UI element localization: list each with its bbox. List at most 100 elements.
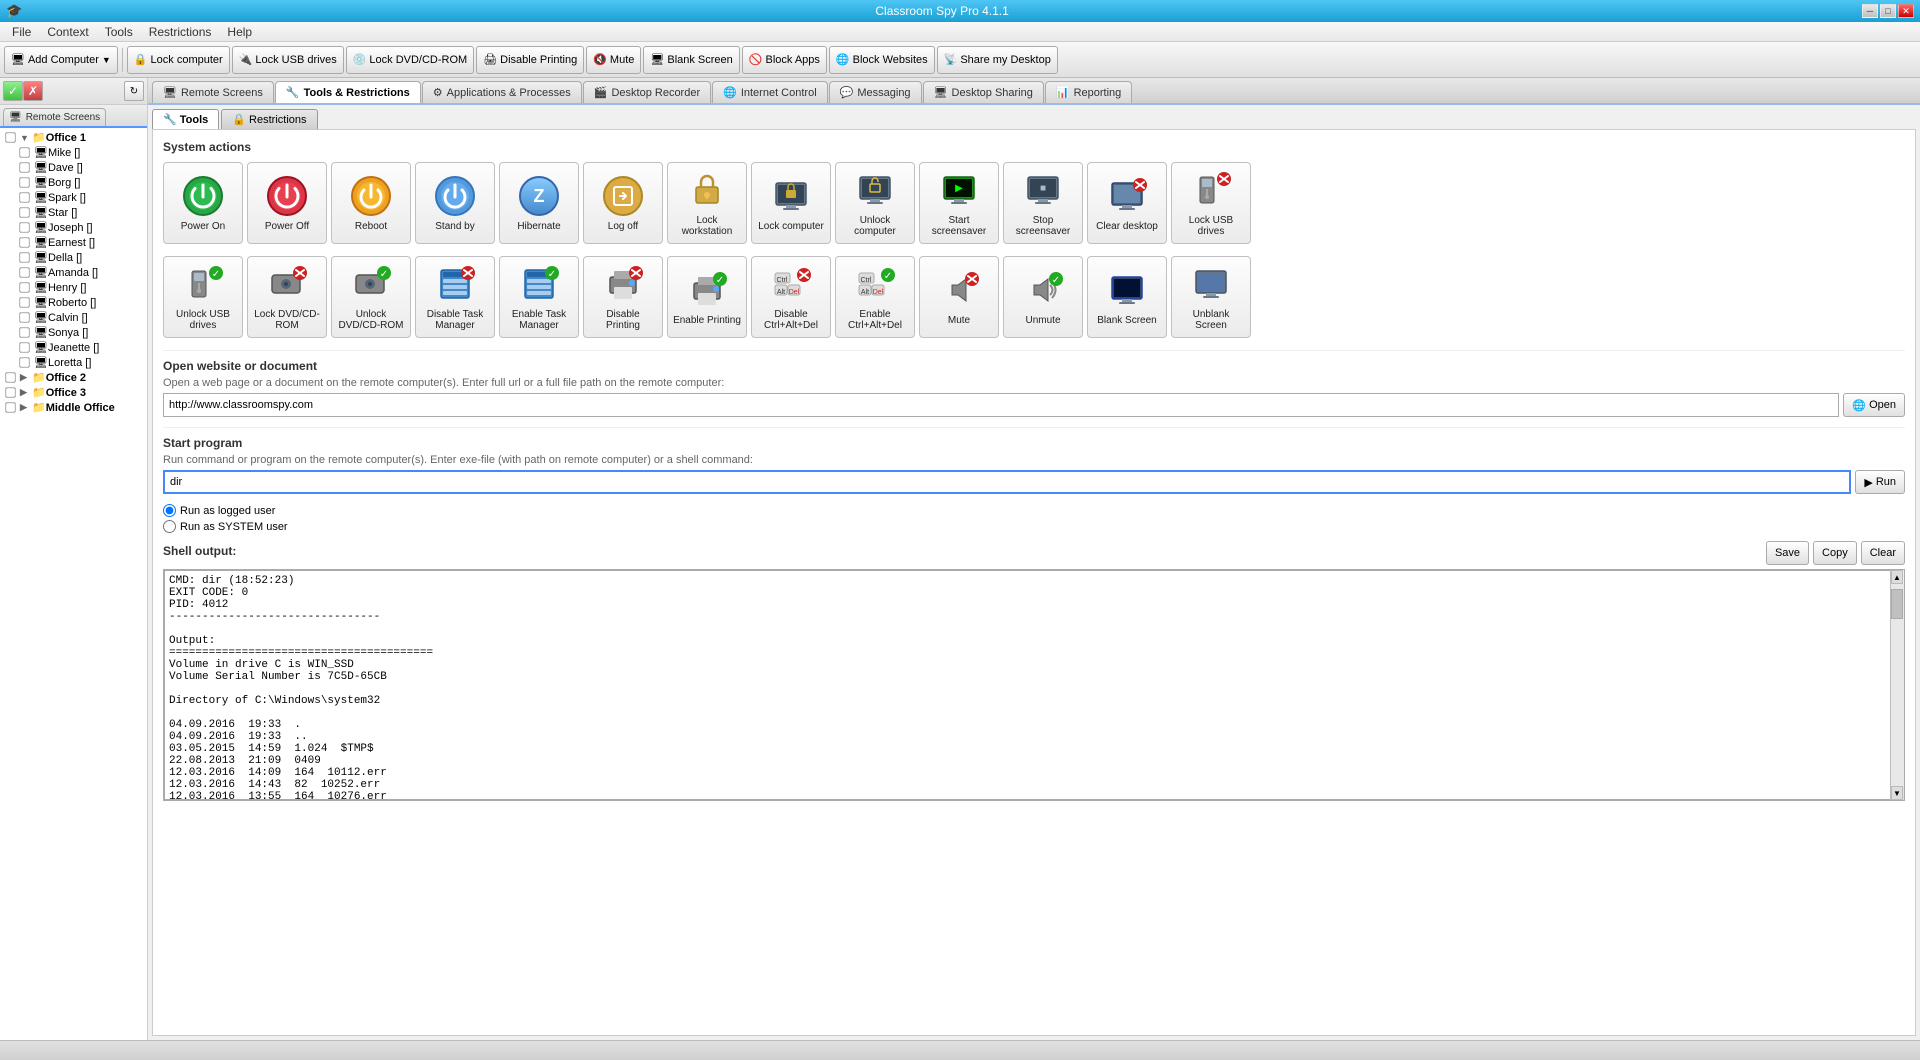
tab-remote-screens[interactable]: 🖥 Remote Screens (3, 108, 106, 126)
tree-group-office1[interactable]: ▼ 📁 Office 1 (2, 130, 145, 145)
dave-checkbox[interactable] (19, 162, 29, 172)
sidebar-uncheck-button[interactable]: ✗ (23, 81, 43, 101)
tab-messaging[interactable]: 💬 Messaging (829, 81, 922, 103)
run-as-logged-user-label[interactable]: Run as logged user (163, 504, 1905, 517)
tree-group-office2[interactable]: ▶ 📁 Office 2 (2, 370, 145, 385)
enable-taskmgr-button[interactable]: ✓ Enable Task Manager (499, 256, 579, 338)
clear-desktop-button[interactable]: Clear desktop (1087, 162, 1167, 244)
sonya-checkbox[interactable] (19, 327, 29, 337)
tab-reporting[interactable]: 📊 Reporting (1045, 81, 1132, 103)
enable-printing-button[interactable]: ✓ Enable Printing (667, 256, 747, 338)
mute-button[interactable]: 🔇 Mute (586, 46, 641, 74)
office3-expander[interactable]: ▶ (20, 387, 32, 398)
start-screensaver-button[interactable]: ▶ Start screensaver (919, 162, 999, 244)
share-desktop-button[interactable]: 📡 Share my Desktop (937, 46, 1058, 74)
mute-action-button[interactable]: Mute (919, 256, 999, 338)
disable-cad-button[interactable]: Ctrl Alt Del Disable Ctrl+Alt+Del (751, 256, 831, 338)
calvin-checkbox[interactable] (19, 312, 29, 322)
minimize-button[interactable]: ─ (1862, 4, 1878, 18)
clear-output-button[interactable]: Clear (1861, 541, 1905, 565)
lock-computer-button[interactable]: 🔒 Lock computer (127, 46, 230, 74)
lock-dvd-button2[interactable]: Lock DVD/CD-ROM (247, 256, 327, 338)
menu-tools[interactable]: Tools (97, 23, 141, 41)
menu-help[interactable]: Help (219, 23, 260, 41)
lock-usb-button[interactable]: 🔌 Lock USB drives (232, 46, 344, 74)
hibernate-button[interactable]: Z Hibernate (499, 162, 579, 244)
tab-applications[interactable]: ⚙ Applications & Processes (422, 81, 582, 103)
sub-tab-restrictions[interactable]: 🔒 Restrictions (221, 109, 317, 129)
star-checkbox[interactable] (19, 207, 29, 217)
list-item[interactable]: 🖥Amanda [] (16, 265, 145, 280)
unmute-button[interactable]: ✓ Unmute (1003, 256, 1083, 338)
maximize-button[interactable]: □ (1880, 4, 1896, 18)
unlock-computer-button[interactable]: Unlock computer (835, 162, 915, 244)
tree-group-office3[interactable]: ▶ 📁 Office 3 (2, 385, 145, 400)
disable-printing-button[interactable]: 🖨 Disable Printing (476, 46, 584, 74)
scrollbar-thumb[interactable] (1891, 589, 1903, 619)
add-computer-button[interactable]: 🖥 Add Computer ▼ (4, 46, 118, 74)
tab-internet-control[interactable]: 🌐 Internet Control (712, 81, 828, 103)
run-as-logged-user-radio[interactable] (163, 504, 176, 517)
list-item[interactable]: 🖥Della [] (16, 250, 145, 265)
unlock-dvd-button[interactable]: ✓ Unlock DVD/CD-ROM (331, 256, 411, 338)
sub-tab-tools[interactable]: 🔧 Tools (152, 109, 219, 129)
unblank-screen-button[interactable]: Unblank Screen (1171, 256, 1251, 338)
tree-group-middle-office[interactable]: ▶ 📁 Middle Office (2, 400, 145, 415)
menu-restrictions[interactable]: Restrictions (141, 23, 220, 41)
list-item[interactable]: 🖥Loretta [] (16, 355, 145, 370)
run-as-system-label[interactable]: Run as SYSTEM user (163, 520, 1905, 533)
run-as-system-radio[interactable] (163, 520, 176, 533)
earnest-checkbox[interactable] (19, 237, 29, 247)
blank-screen-button[interactable]: 🖥 Blank Screen (643, 46, 739, 74)
power-off-button[interactable]: Power Off (247, 162, 327, 244)
standby-button[interactable]: Stand by (415, 162, 495, 244)
lock-workstation-button[interactable]: Lock workstation (667, 162, 747, 244)
list-item[interactable]: 🖥Borg [] (16, 175, 145, 190)
list-item[interactable]: 🖥Joseph [] (16, 220, 145, 235)
disable-printing-button2[interactable]: Disable Printing (583, 256, 663, 338)
list-item[interactable]: 🖥Earnest [] (16, 235, 145, 250)
run-button[interactable]: ▶ Run (1855, 470, 1905, 494)
list-item[interactable]: 🖥Sonya [] (16, 325, 145, 340)
close-button[interactable]: ✕ (1898, 4, 1914, 18)
block-websites-button[interactable]: 🌐 Block Websites (829, 46, 935, 74)
save-output-button[interactable]: Save (1766, 541, 1809, 565)
mike-checkbox[interactable] (19, 147, 29, 157)
list-item[interactable]: 🖥Spark [] (16, 190, 145, 205)
reboot-button[interactable]: Reboot (331, 162, 411, 244)
scrollbar-up[interactable]: ▲ (1891, 570, 1903, 584)
tab-desktop-recorder[interactable]: 🎬 Desktop Recorder (583, 81, 711, 103)
roberto-checkbox[interactable] (19, 297, 29, 307)
power-on-button[interactable]: Power On (163, 162, 243, 244)
blank-screen-action-button[interactable]: Blank Screen (1087, 256, 1167, 338)
loretta-checkbox[interactable] (19, 357, 29, 367)
amanda-checkbox[interactable] (19, 267, 29, 277)
tab-remote-screens[interactable]: 🖥 Remote Screens (152, 81, 274, 103)
open-url-button[interactable]: 🌐 Open (1843, 393, 1905, 417)
office1-expander[interactable]: ▼ (20, 133, 32, 143)
list-item[interactable]: 🖥Henry [] (16, 280, 145, 295)
list-item[interactable]: 🖥Roberto [] (16, 295, 145, 310)
list-item[interactable]: 🖥Mike [] (16, 145, 145, 160)
spark-checkbox[interactable] (19, 192, 29, 202)
office1-checkbox[interactable] (5, 132, 15, 142)
list-item[interactable]: 🖥Jeanette [] (16, 340, 145, 355)
menu-file[interactable]: File (4, 23, 39, 41)
joseph-checkbox[interactable] (19, 222, 29, 232)
disable-taskmgr-button[interactable]: Disable Task Manager (415, 256, 495, 338)
lock-dvd-button[interactable]: 💿 Lock DVD/CD-ROM (346, 46, 475, 74)
lock-computer-button2[interactable]: Lock computer (751, 162, 831, 244)
jeanette-checkbox[interactable] (19, 342, 29, 352)
lock-usb-drives-button[interactable]: Lock USB drives (1171, 162, 1251, 244)
tab-tools-restrictions[interactable]: 🔧 Tools & Restrictions (275, 81, 421, 105)
command-input[interactable] (163, 470, 1851, 494)
della-checkbox[interactable] (19, 252, 29, 262)
middle-office-expander[interactable]: ▶ (20, 402, 32, 413)
menu-context[interactable]: Context (39, 23, 96, 41)
list-item[interactable]: 🖥Star [] (16, 205, 145, 220)
scrollbar[interactable]: ▲ ▼ (1890, 570, 1904, 800)
middle-office-checkbox[interactable] (5, 402, 15, 412)
list-item[interactable]: 🖥Calvin [] (16, 310, 145, 325)
copy-output-button[interactable]: Copy (1813, 541, 1857, 565)
enable-cad-button[interactable]: Ctrl Alt Del ✓ Enable Ctrl+Alt+Del (835, 256, 915, 338)
